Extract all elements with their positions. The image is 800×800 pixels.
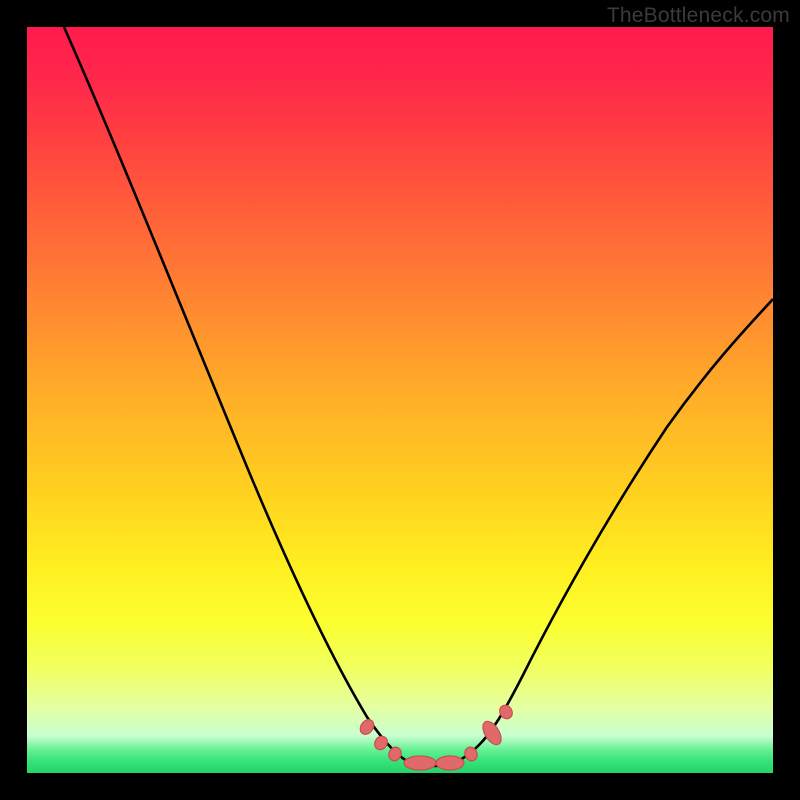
attribution-text: TheBottleneck.com <box>607 4 790 28</box>
chart-svg <box>27 27 773 773</box>
marker-group <box>357 703 514 770</box>
marker <box>357 717 376 737</box>
bottleneck-curve <box>64 27 773 766</box>
marker <box>387 745 404 763</box>
marker <box>404 756 436 770</box>
chart-frame: TheBottleneck.com <box>0 0 800 800</box>
marker <box>436 756 464 770</box>
marker <box>372 734 390 752</box>
chart-plot-area <box>27 27 773 773</box>
marker <box>479 718 505 747</box>
